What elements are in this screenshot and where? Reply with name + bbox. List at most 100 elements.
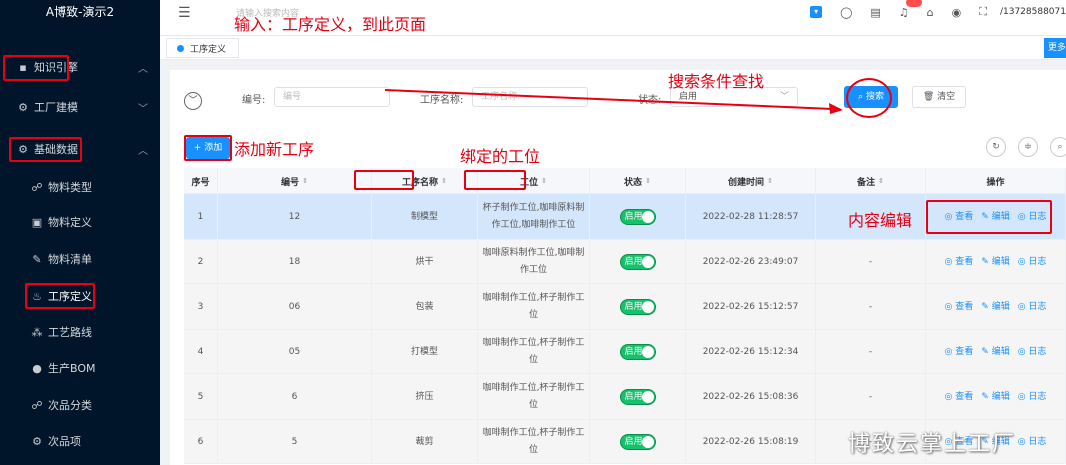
sidebar-item-bom[interactable]: ● 生产BOM bbox=[0, 353, 160, 383]
annotation-box-process-def bbox=[25, 283, 95, 309]
lock-icon[interactable]: ⌂ bbox=[927, 6, 934, 19]
view-link[interactable]: ◎ 查看 bbox=[945, 254, 974, 271]
clear-button[interactable]: 🗑 清空 bbox=[912, 86, 966, 108]
cell-code: 6 bbox=[218, 374, 372, 420]
log-icon: ◎ bbox=[1017, 436, 1029, 447]
col-created[interactable]: 创建时间 ⇕ bbox=[686, 168, 816, 194]
table-row[interactable]: 2 18 烘干 咖啡原料制作工位,咖啡制作工位 启用 2022-02-26 23:49:0… bbox=[184, 240, 1066, 284]
collapse-toggle[interactable]: ﹀ bbox=[184, 92, 202, 110]
cell-name: 烘干 bbox=[372, 240, 478, 284]
toggle-knob bbox=[641, 436, 654, 448]
cell-no: 3 bbox=[184, 284, 218, 330]
annotation-box-add bbox=[184, 135, 232, 161]
code-label: 编号: bbox=[242, 95, 266, 106]
bell-icon[interactable]: ♫ bbox=[899, 0, 922, 19]
edit-link[interactable]: ✎ 编辑 bbox=[981, 299, 1009, 316]
eye-icon: ◎ bbox=[944, 346, 956, 357]
cell-remark: - bbox=[816, 284, 926, 330]
edit-link[interactable]: ✎ 编辑 bbox=[981, 389, 1009, 406]
sort-icon: ⇕ bbox=[302, 177, 308, 185]
sidebar-item-material-list[interactable]: ✎ 物料清单 bbox=[0, 244, 160, 274]
edit-link[interactable]: ✎ 编辑 bbox=[981, 254, 1009, 271]
status-toggle[interactable]: 启用 bbox=[619, 434, 656, 450]
log-link[interactable]: ◎ 日志 bbox=[1018, 299, 1047, 316]
gear-icon: ⚙ bbox=[18, 100, 28, 114]
eye-icon: ◎ bbox=[944, 256, 956, 267]
cell-no: 5 bbox=[184, 374, 218, 420]
active-dot-icon bbox=[177, 44, 184, 52]
sidebar-item-material-def[interactable]: ▣ 物料定义 bbox=[0, 207, 160, 237]
menu-icon[interactable]: ☰ bbox=[178, 5, 191, 21]
view-link[interactable]: ◎ 查看 bbox=[945, 299, 974, 316]
fullscreen-icon[interactable]: ⛶ bbox=[979, 5, 987, 19]
annotation-circle-search bbox=[846, 78, 892, 118]
cell-status: 启用 bbox=[590, 240, 686, 284]
cell-code: 12 bbox=[218, 194, 372, 240]
view-link[interactable]: ◎ 查看 bbox=[945, 389, 974, 406]
log-link[interactable]: ◎ 日志 bbox=[1018, 344, 1047, 361]
cell-ops: ◎ 查看 ✎ 编辑 ◎ 日志 bbox=[926, 374, 1066, 420]
code-input[interactable]: 编号 bbox=[274, 87, 390, 107]
status-toggle[interactable]: 启用 bbox=[619, 344, 656, 360]
more-button[interactable]: 更多 bbox=[1044, 38, 1066, 58]
chevron-down-icon: ﹀ bbox=[188, 96, 198, 106]
status-toggle[interactable]: 启用 bbox=[619, 254, 656, 270]
toggle-knob bbox=[641, 391, 654, 403]
cell-name: 打模型 bbox=[372, 330, 478, 374]
user-account[interactable]: /13728588071 bbox=[1000, 7, 1066, 17]
trash-icon: 🗑 bbox=[922, 92, 935, 102]
search-icon: ⌕ bbox=[1057, 142, 1063, 152]
filter-button[interactable]: ≑ bbox=[1018, 137, 1038, 157]
watermark: 博致云掌上工厂 bbox=[848, 432, 1017, 457]
tabs-bar: 工序定义 更多 bbox=[160, 36, 1066, 60]
col-status[interactable]: 状态 ⇕ bbox=[590, 168, 686, 194]
notification-badge bbox=[905, 0, 922, 7]
table-row[interactable]: 4 05 打模型 咖啡制作工位,杯子制作工位 启用 2022-02-26 15:12:34… bbox=[184, 330, 1066, 374]
gear-icon: ⚙ bbox=[32, 434, 42, 448]
toggle-knob bbox=[641, 346, 654, 358]
sidebar-item-route[interactable]: ⁂ 工艺路线 bbox=[0, 317, 160, 347]
document-icon[interactable]: ▤ bbox=[870, 6, 880, 19]
chat-icon[interactable]: ◯ bbox=[840, 6, 852, 19]
sidebar-item-material-type[interactable]: ☍ 物料类型 bbox=[0, 172, 160, 202]
table-row[interactable]: 5 6 挤压 咖啡制作工位,杯子制作工位 启用 2022-02-26 15:08:36- ◎… bbox=[184, 374, 1066, 420]
log-icon: ◎ bbox=[1017, 301, 1029, 312]
status-toggle[interactable]: 启用 bbox=[619, 389, 656, 405]
cell-station: 咖啡原料制作工位,咖啡制作工位 bbox=[478, 240, 590, 284]
cell-name: 制模型 bbox=[372, 194, 478, 240]
refresh-button[interactable]: ↻ bbox=[986, 137, 1006, 157]
sidebar-item-defect-item[interactable]: ⚙ 次品项 bbox=[0, 426, 160, 456]
cell-station: 咖啡制作工位,杯子制作工位 bbox=[478, 284, 590, 330]
status-toggle[interactable]: 启用 bbox=[619, 299, 656, 315]
sort-icon: ⇕ bbox=[441, 177, 447, 185]
annotation-edit: 内容编辑 bbox=[848, 211, 913, 230]
log-link[interactable]: ◎ 日志 bbox=[1018, 254, 1047, 271]
table-row[interactable]: 3 06 包装 咖啡制作工位,杯子制作工位 启用 2022-02-26 15:12:57-… bbox=[184, 284, 1066, 330]
edit-icon: ✎ bbox=[981, 346, 992, 357]
table-header: 序号 编号 ⇕ 工序名称 ⇕ 工位 ⇕ 状态 ⇕ 创建时间 ⇕ 备注 ⇕ 操作 bbox=[184, 168, 1066, 194]
dropdown-icon[interactable]: ▾ bbox=[810, 6, 823, 18]
search-toggle-button[interactable]: ⌕ bbox=[1050, 137, 1066, 157]
view-link[interactable]: ◎ 查看 bbox=[945, 344, 974, 361]
log-link[interactable]: ◎ 日志 bbox=[1018, 434, 1047, 451]
edit-link[interactable]: ✎ 编辑 bbox=[981, 344, 1009, 361]
col-no: 序号 bbox=[184, 168, 218, 194]
annotation-box-ops bbox=[926, 200, 1052, 234]
cell-name: 挤压 bbox=[372, 374, 478, 420]
col-code[interactable]: 编号 ⇕ bbox=[218, 168, 372, 194]
sidebar-item-factory[interactable]: ⚙ 工厂建模 ﹀ bbox=[0, 92, 160, 122]
bom-icon: ● bbox=[32, 361, 42, 375]
status-toggle[interactable]: 启用 bbox=[619, 209, 656, 225]
cell-status: 启用 bbox=[590, 374, 686, 420]
sidebar: A博致-演示2 ▪ 知识引擎 ︿ ⚙ 工厂建模 ﹀ ⚙ 基础数据 ︿ ☍ 物料类… bbox=[0, 0, 160, 465]
cell-no: 1 bbox=[184, 194, 218, 240]
tab-process-def[interactable]: 工序定义 bbox=[166, 38, 240, 58]
eye-icon[interactable]: ◉ bbox=[952, 6, 962, 19]
toggle-knob bbox=[641, 301, 654, 313]
log-link[interactable]: ◎ 日志 bbox=[1018, 389, 1047, 406]
top-header: ☰ 请输入搜索内容 输入：工序定义，到此页面 ▾ ◯ ▤ ♫ ⌂ ◉ ⛶ /13… bbox=[160, 0, 1066, 36]
table-body: 1 12 制模型 杯子制作工位,咖啡原料制作工位,咖啡制作工位 启用 2022-02-28… bbox=[184, 194, 1066, 464]
sidebar-item-defect-class[interactable]: ☍ 次品分类 bbox=[0, 390, 160, 420]
sort-icon: ⇕ bbox=[878, 177, 884, 185]
col-remark[interactable]: 备注 ⇕ bbox=[816, 168, 926, 194]
